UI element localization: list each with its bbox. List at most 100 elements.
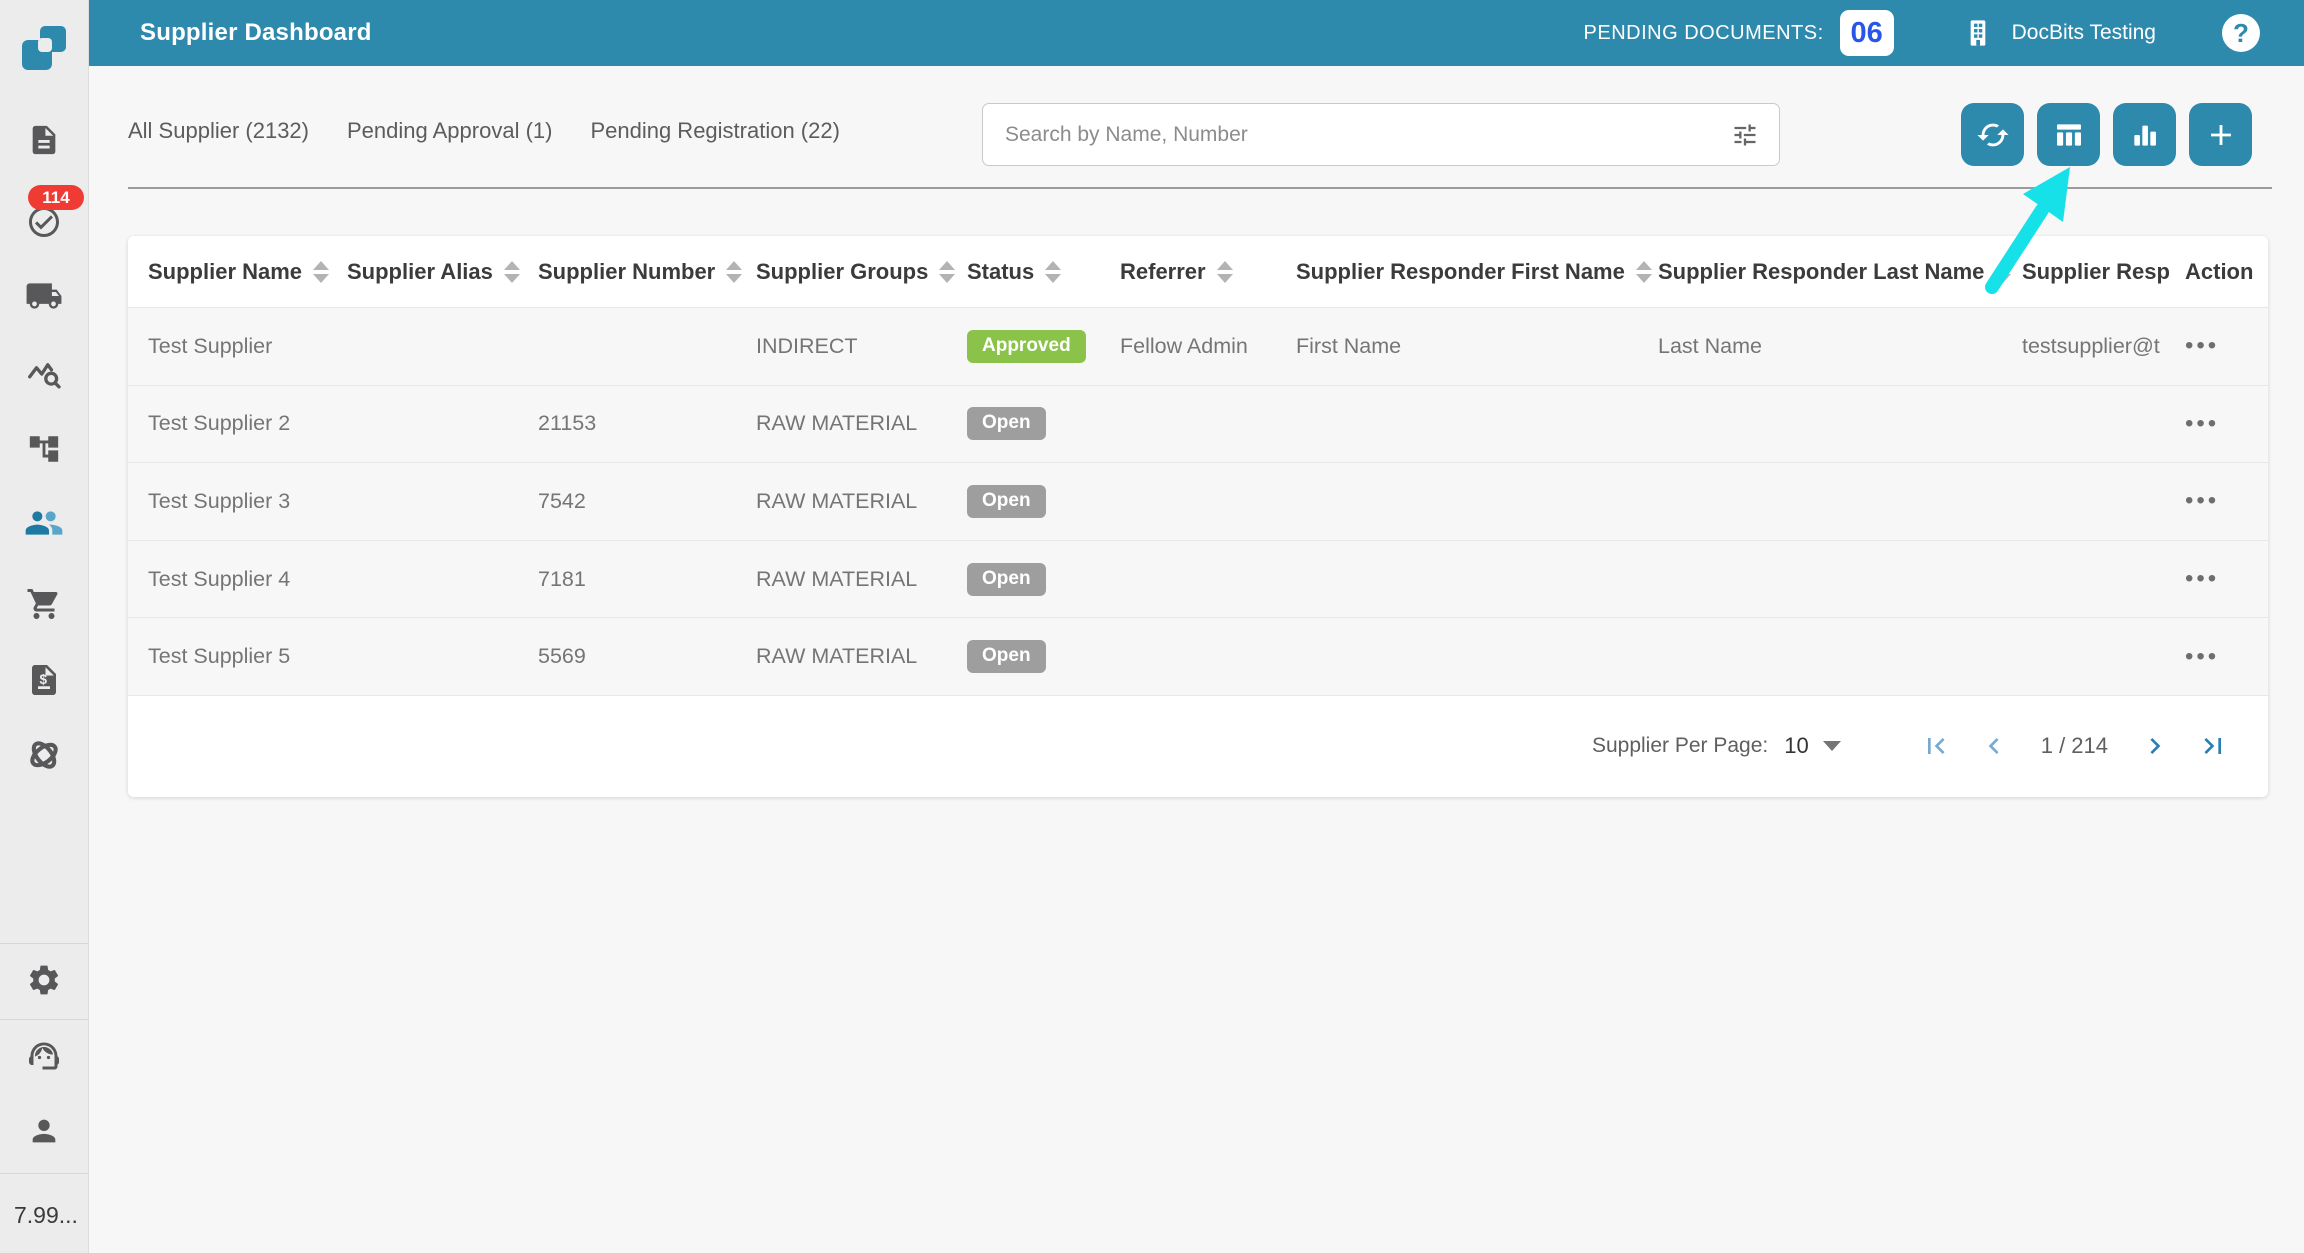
per-page-select[interactable]: 10 bbox=[1784, 733, 1840, 759]
next-page-button[interactable] bbox=[2130, 730, 2180, 762]
refresh-button[interactable] bbox=[1961, 103, 2024, 166]
status-badge: Open bbox=[967, 640, 1046, 673]
cell-responder-first-name bbox=[1296, 618, 1658, 695]
last-page-button[interactable] bbox=[2188, 730, 2238, 762]
sidebar-item-settings[interactable] bbox=[0, 962, 88, 998]
column-header-supplier-alias[interactable]: Supplier Alias bbox=[347, 236, 538, 307]
person-icon bbox=[27, 1114, 61, 1148]
column-header-supplier-number[interactable]: Supplier Number bbox=[538, 236, 756, 307]
document-icon bbox=[27, 123, 61, 157]
sort-icon[interactable] bbox=[726, 261, 742, 283]
cell-supplier-alias bbox=[347, 541, 538, 618]
sidebar-item-support[interactable] bbox=[0, 1038, 88, 1074]
sort-icon[interactable] bbox=[939, 261, 955, 283]
column-header-responder-email[interactable]: Supplier Resp bbox=[2022, 236, 2185, 307]
cell-supplier-alias bbox=[347, 618, 538, 695]
sort-icon[interactable] bbox=[504, 261, 520, 283]
pending-documents-label: PENDING DOCUMENTS: bbox=[1584, 22, 1824, 45]
page-navigation: 1 / 214 bbox=[1911, 730, 2238, 762]
cell-referrer bbox=[1120, 618, 1296, 695]
table-row[interactable]: Test Supplier 2 21153 RAW MATERIAL Open … bbox=[128, 385, 2268, 463]
sort-icon[interactable] bbox=[1995, 261, 2011, 283]
supplier-dashboard-app: 114 $ bbox=[0, 0, 2304, 1253]
cell-referrer: Fellow Admin bbox=[1120, 308, 1296, 385]
more-actions-icon[interactable]: ••• bbox=[2185, 412, 2219, 436]
organization-menu[interactable] bbox=[1962, 17, 1994, 49]
sidebar-item-workflow[interactable] bbox=[0, 432, 88, 466]
cell-action: ••• bbox=[2185, 308, 2268, 385]
cell-responder-last-name: Last Name bbox=[1658, 308, 2022, 385]
cell-responder-email: testsupplier@t bbox=[2022, 308, 2185, 385]
column-header-supplier-groups[interactable]: Supplier Groups bbox=[756, 236, 967, 307]
more-actions-icon[interactable]: ••• bbox=[2185, 489, 2219, 513]
cell-supplier-alias bbox=[347, 308, 538, 385]
sidebar-item-purchase-orders[interactable] bbox=[0, 586, 88, 622]
add-supplier-button[interactable] bbox=[2189, 103, 2252, 166]
table-row[interactable]: Test Supplier 4 7181 RAW MATERIAL Open •… bbox=[128, 540, 2268, 618]
cell-referrer bbox=[1120, 386, 1296, 463]
column-header-referrer[interactable]: Referrer bbox=[1120, 236, 1296, 307]
table-row[interactable]: Test Supplier INDIRECT Approved Fellow A… bbox=[128, 307, 2268, 385]
sort-icon[interactable] bbox=[1045, 261, 1061, 283]
cell-supplier-alias bbox=[347, 386, 538, 463]
chevron-down-icon bbox=[1823, 741, 1841, 751]
organization-name[interactable]: DocBits Testing bbox=[2012, 21, 2156, 45]
gear-icon bbox=[26, 962, 62, 998]
filter-tune-icon[interactable] bbox=[1731, 121, 1759, 149]
previous-page-button[interactable] bbox=[1969, 730, 2019, 762]
column-header-supplier-name[interactable]: Supplier Name bbox=[128, 236, 347, 307]
divider bbox=[0, 1019, 88, 1020]
tab-all-supplier[interactable]: All Supplier (2132) bbox=[128, 118, 309, 144]
cell-responder-email bbox=[2022, 541, 2185, 618]
first-page-button[interactable] bbox=[1911, 730, 1961, 762]
sidebar-item-account[interactable] bbox=[0, 1114, 88, 1148]
more-actions-icon[interactable]: ••• bbox=[2185, 334, 2219, 358]
table-row[interactable]: Test Supplier 3 7542 RAW MATERIAL Open •… bbox=[128, 462, 2268, 540]
cell-referrer bbox=[1120, 463, 1296, 540]
more-actions-icon[interactable]: ••• bbox=[2185, 567, 2219, 591]
columns-button[interactable] bbox=[2037, 103, 2100, 166]
building-icon bbox=[1962, 17, 1994, 49]
sort-icon[interactable] bbox=[1636, 261, 1652, 283]
cell-responder-first-name bbox=[1296, 463, 1658, 540]
sidebar-item-documents[interactable] bbox=[0, 123, 88, 157]
app-logo-icon[interactable] bbox=[18, 22, 70, 74]
cart-icon bbox=[26, 586, 62, 622]
column-header-status[interactable]: Status bbox=[967, 236, 1120, 307]
people-icon bbox=[24, 503, 64, 543]
page-indicator: 1 / 214 bbox=[2041, 733, 2108, 759]
cell-supplier-number: 7542 bbox=[538, 463, 756, 540]
chart-button[interactable] bbox=[2113, 103, 2176, 166]
column-header-responder-first-name[interactable]: Supplier Responder First Name bbox=[1296, 236, 1658, 307]
search-input[interactable] bbox=[1003, 122, 1731, 148]
sidebar-item-integrations[interactable] bbox=[0, 736, 88, 774]
approvals-count-badge: 114 bbox=[28, 185, 84, 210]
cell-supplier-alias bbox=[347, 463, 538, 540]
table-actions bbox=[1961, 103, 2252, 166]
sidebar-item-shipments[interactable] bbox=[0, 277, 88, 315]
sort-icon[interactable] bbox=[1217, 261, 1233, 283]
cell-status: Approved bbox=[967, 308, 1120, 385]
sidebar-item-invoices[interactable]: $ bbox=[0, 662, 88, 698]
cell-supplier-number: 21153 bbox=[538, 386, 756, 463]
sidebar-item-suppliers[interactable] bbox=[0, 503, 88, 543]
cell-supplier-number: 7181 bbox=[538, 541, 756, 618]
pending-documents-count-badge[interactable]: 06 bbox=[1840, 10, 1894, 56]
page-title: Supplier Dashboard bbox=[140, 0, 372, 66]
chevron-right-icon bbox=[2139, 730, 2171, 762]
table-row[interactable]: Test Supplier 5 5569 RAW MATERIAL Open •… bbox=[128, 617, 2268, 695]
cell-supplier-number bbox=[538, 308, 756, 385]
column-header-responder-last-name[interactable]: Supplier Responder Last Name bbox=[1658, 236, 2022, 307]
help-icon[interactable]: ? bbox=[2222, 14, 2260, 52]
sidebar-item-analytics[interactable] bbox=[0, 355, 88, 391]
tab-pending-approval[interactable]: Pending Approval (1) bbox=[347, 118, 552, 144]
cell-responder-first-name bbox=[1296, 541, 1658, 618]
tab-pending-registration[interactable]: Pending Registration (22) bbox=[590, 118, 839, 144]
column-header-action: Action bbox=[2185, 236, 2268, 307]
per-page-label: Supplier Per Page: bbox=[1592, 734, 1768, 758]
cell-responder-last-name bbox=[1658, 463, 2022, 540]
search-box bbox=[982, 103, 1780, 166]
more-actions-icon[interactable]: ••• bbox=[2185, 645, 2219, 669]
cell-action: ••• bbox=[2185, 618, 2268, 695]
sort-icon[interactable] bbox=[313, 261, 329, 283]
